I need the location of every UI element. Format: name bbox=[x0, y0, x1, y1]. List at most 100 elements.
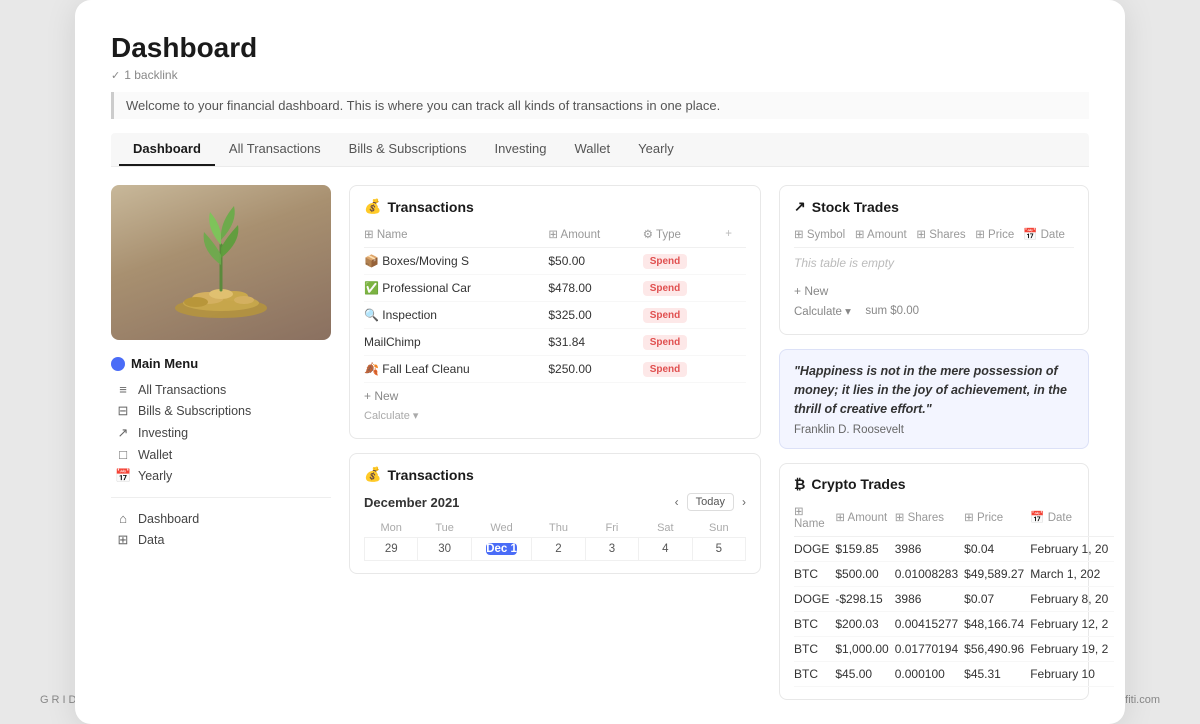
quote-text: "Happiness is not in the mere possession… bbox=[794, 362, 1074, 418]
cal-cell[interactable]: 30 bbox=[418, 538, 471, 561]
calc-label[interactable]: Calculate ▾ bbox=[364, 409, 418, 422]
sidebar-item-yearly[interactable]: 📅 Yearly bbox=[111, 465, 331, 487]
cal-cell[interactable]: 4 bbox=[639, 538, 692, 561]
quote-block: "Happiness is not in the mere possession… bbox=[779, 349, 1089, 449]
stock-calc-label[interactable]: Calculate ▾ bbox=[794, 304, 851, 318]
sidebar-label-yearly: Yearly bbox=[138, 469, 172, 483]
crypto-name: BTC bbox=[794, 612, 835, 637]
stock-col-amount: ⊞ Amount bbox=[855, 225, 917, 248]
stock-col-shares: ⊞ Shares bbox=[916, 225, 975, 248]
crypto-amount: $1,000.00 bbox=[835, 637, 894, 662]
check-icon: ✓ bbox=[111, 69, 120, 82]
sidebar-label-all-transactions: All Transactions bbox=[138, 383, 226, 397]
tx-amount: $250.00 bbox=[548, 356, 642, 383]
col-header-type: ⚙ Type bbox=[643, 225, 726, 248]
sidebar-label-data: Data bbox=[138, 533, 164, 547]
transactions-table: ⊞ Name ⊞ Amount ⚙ Type + 📦 Boxes/Moving … bbox=[364, 225, 746, 383]
tx-amount: $31.84 bbox=[548, 329, 642, 356]
cal-cell[interactable]: 29 bbox=[365, 538, 418, 561]
nav-item-all-transactions[interactable]: All Transactions bbox=[215, 133, 335, 166]
menu-header-label: Main Menu bbox=[131, 356, 198, 371]
cal-day-sat: Sat bbox=[639, 519, 692, 538]
nav-item-wallet[interactable]: Wallet bbox=[561, 133, 625, 166]
calendar-block: 💰 Transactions December 2021 ‹ Today › bbox=[349, 453, 761, 574]
tx-name: 🍂 Fall Leaf Cleanu bbox=[364, 356, 548, 383]
col-header-add[interactable]: + bbox=[725, 225, 746, 248]
stock-trades-title: ↗ Stock Trades bbox=[794, 198, 1074, 215]
transactions-block: 💰 Transactions ⊞ Name ⊞ Amount ⚙ Type + bbox=[349, 185, 761, 439]
cal-cell[interactable]: Dec 1 bbox=[471, 538, 531, 561]
spend-badge: Spend bbox=[643, 335, 688, 350]
stock-trades-title-label: Stock Trades bbox=[812, 199, 899, 215]
nav-item-investing[interactable]: Investing bbox=[480, 133, 560, 166]
transactions-calc[interactable]: Calculate ▾ bbox=[364, 405, 746, 426]
stock-trades-block: ↗ Stock Trades ⊞ Symbol ⊞ Amount ⊞ Share… bbox=[779, 185, 1089, 335]
sidebar-item-data[interactable]: ⊞ Data bbox=[111, 529, 331, 551]
crypto-date: March 1, 202 bbox=[1030, 562, 1114, 587]
right-column: ↗ Stock Trades ⊞ Symbol ⊞ Amount ⊞ Share… bbox=[779, 185, 1089, 700]
backlink[interactable]: ✓ 1 backlink bbox=[111, 68, 1089, 82]
tx-type: Spend bbox=[643, 275, 726, 302]
crypto-price: $56,490.96 bbox=[964, 637, 1030, 662]
nav-item-bills[interactable]: Bills & Subscriptions bbox=[335, 133, 481, 166]
sidebar-item-investing[interactable]: ↗ Investing bbox=[111, 422, 331, 444]
sidebar-item-dashboard[interactable]: ⌂ Dashboard bbox=[111, 508, 331, 529]
sidebar-item-wallet[interactable]: □ Wallet bbox=[111, 444, 331, 465]
transactions-add-row[interactable]: + New bbox=[364, 383, 746, 405]
crypto-shares: 3986 bbox=[895, 587, 964, 612]
tx-type: Spend bbox=[643, 248, 726, 275]
nav-item-yearly[interactable]: Yearly bbox=[624, 133, 688, 166]
transactions-icon: 💰 bbox=[364, 198, 381, 215]
tx-amount: $325.00 bbox=[548, 302, 642, 329]
crypto-col-amount: ⊞ Amount bbox=[835, 502, 894, 537]
menu-dot-icon bbox=[111, 357, 125, 371]
crypto-col-name: ⊞ Name bbox=[794, 502, 835, 537]
bills-icon: ⊟ bbox=[115, 403, 131, 419]
crypto-price: $45.31 bbox=[964, 662, 1030, 687]
crypto-row: DOGE $159.85 3986 $0.04 February 1, 20 bbox=[794, 537, 1114, 562]
crypto-col-shares: ⊞ Shares bbox=[895, 502, 964, 537]
sidebar-item-bills[interactable]: ⊟ Bills & Subscriptions bbox=[111, 400, 331, 422]
crypto-price: $0.07 bbox=[964, 587, 1030, 612]
dashboard-icon: ⌂ bbox=[115, 511, 131, 526]
cal-prev-btn[interactable]: ‹ bbox=[675, 495, 679, 509]
middle-column: 💰 Transactions ⊞ Name ⊞ Amount ⚙ Type + bbox=[349, 185, 761, 700]
crypto-trades-title: ₿ Crypto Trades bbox=[794, 476, 1074, 492]
main-card: Dashboard ✓ 1 backlink Welcome to your f… bbox=[75, 0, 1125, 724]
calendar-title: 💰 Transactions bbox=[364, 466, 746, 483]
stock-add-row[interactable]: + New bbox=[794, 278, 1074, 300]
menu-divider bbox=[111, 497, 331, 498]
tx-amount: $478.00 bbox=[548, 275, 642, 302]
crypto-price: $0.04 bbox=[964, 537, 1030, 562]
cal-today-button[interactable]: Today bbox=[687, 493, 734, 511]
nav-item-dashboard[interactable]: Dashboard bbox=[119, 133, 215, 166]
cal-cell[interactable]: 2 bbox=[532, 538, 585, 561]
crypto-name: BTC bbox=[794, 662, 835, 687]
cal-next-btn[interactable]: › bbox=[742, 495, 746, 509]
tx-type: Spend bbox=[643, 302, 726, 329]
investing-icon: ↗ bbox=[115, 425, 131, 441]
calendar-grid: Mon Tue Wed Thu Fri Sat Sun 29 bbox=[364, 519, 746, 561]
cal-cell[interactable]: 5 bbox=[692, 538, 745, 561]
page-outer: GRIDFITI gridfiti.com Dashboard ✓ 1 back… bbox=[0, 0, 1200, 724]
stock-col-symbol: ⊞ Symbol bbox=[794, 225, 855, 248]
sidebar-item-all-transactions[interactable]: ≡ All Transactions bbox=[111, 379, 331, 400]
crypto-shares: 0.01770194 bbox=[895, 637, 964, 662]
crypto-date: February 10 bbox=[1030, 662, 1114, 687]
crypto-amount: $200.03 bbox=[835, 612, 894, 637]
sidebar-label-wallet: Wallet bbox=[138, 448, 172, 462]
wallet-icon: □ bbox=[115, 447, 131, 462]
table-row: 🔍 Inspection $325.00 Spend bbox=[364, 302, 746, 329]
cal-cell[interactable]: 3 bbox=[585, 538, 638, 561]
nav-bar: Dashboard All Transactions Bills & Subsc… bbox=[111, 133, 1089, 167]
menu-header: Main Menu bbox=[111, 356, 331, 371]
table-row: MailChimp $31.84 Spend bbox=[364, 329, 746, 356]
crypto-price: $49,589.27 bbox=[964, 562, 1030, 587]
crypto-row: BTC $500.00 0.01008283 $49,589.27 March … bbox=[794, 562, 1114, 587]
transactions-title: 💰 Transactions bbox=[364, 198, 746, 215]
cal-day-sun: Sun bbox=[692, 519, 745, 538]
table-row: 🍂 Fall Leaf Cleanu $250.00 Spend bbox=[364, 356, 746, 383]
calendar-icon: 💰 bbox=[364, 466, 381, 483]
crypto-date: February 19, 2 bbox=[1030, 637, 1114, 662]
crypto-shares: 3986 bbox=[895, 537, 964, 562]
